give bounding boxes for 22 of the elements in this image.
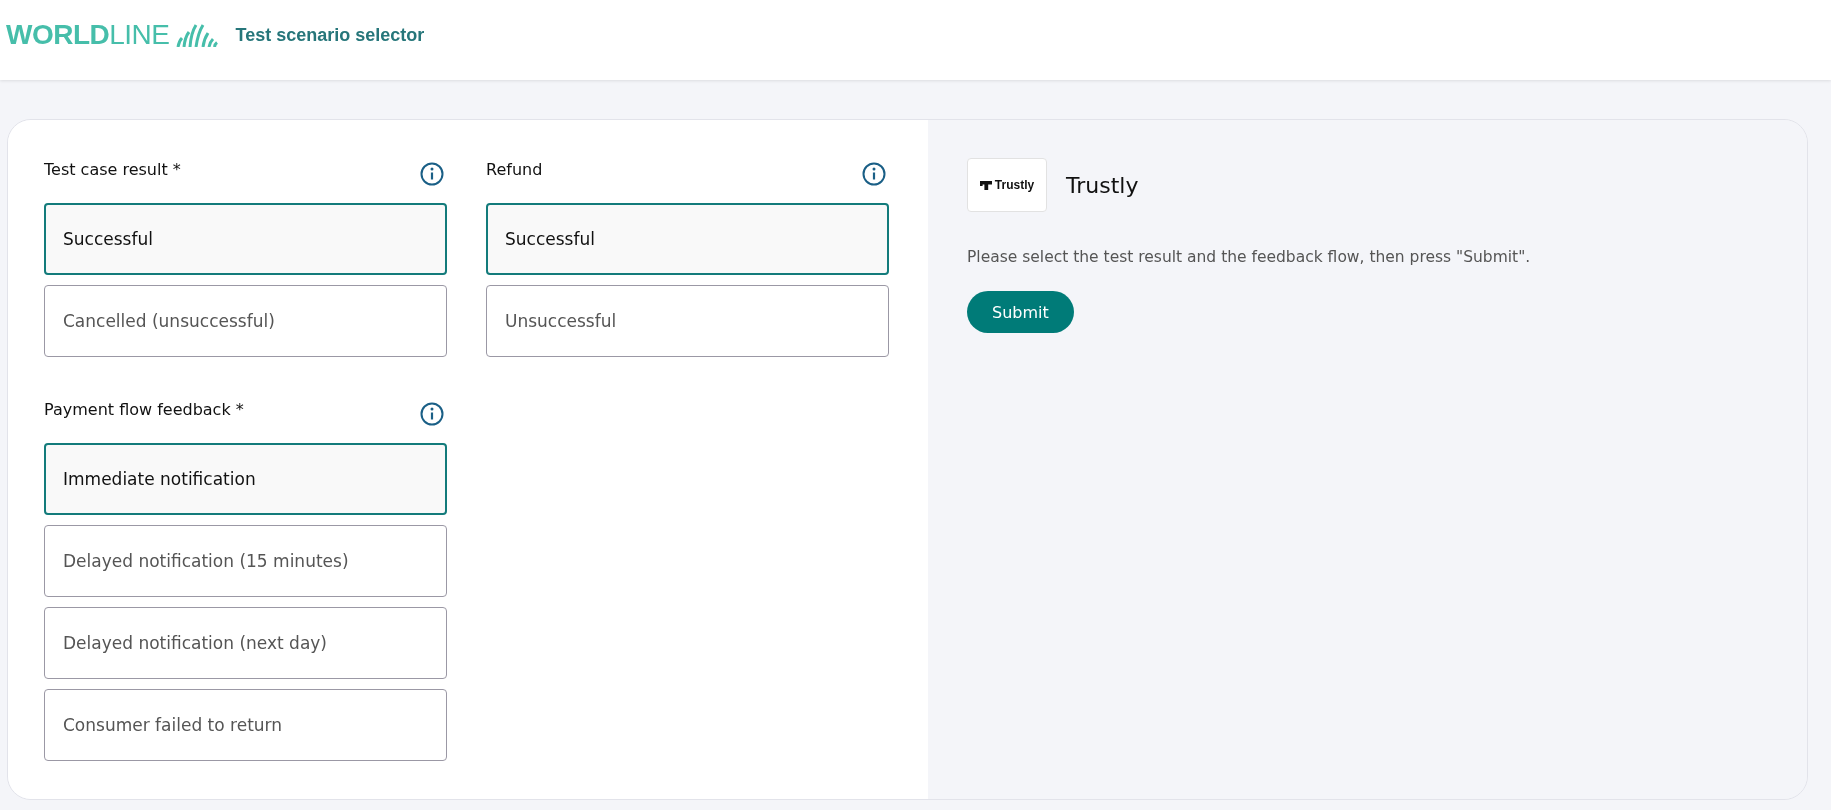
app-title: Test scenario selector — [235, 24, 425, 46]
option-button[interactable]: Successful — [44, 203, 447, 275]
option-button[interactable]: Delayed notification (next day) — [44, 607, 447, 679]
option-button[interactable]: Successful — [486, 203, 889, 275]
option-button[interactable]: Immediate notification — [44, 443, 447, 515]
option-button[interactable]: Unsuccessful — [486, 285, 889, 357]
group-label: Test case result * — [44, 160, 181, 180]
instructions-text: Please select the test result and the feedback flow, then press "Submit". — [967, 248, 1532, 266]
option-button[interactable]: Consumer failed to return — [44, 689, 447, 761]
waves-icon — [175, 23, 218, 47]
info-icon[interactable] — [862, 162, 886, 186]
info-icon[interactable] — [420, 162, 444, 186]
group-label: Refund — [486, 160, 543, 180]
provider-logo-text: Trustly — [994, 178, 1035, 192]
option-button[interactable]: Delayed notification (15 minutes) — [44, 525, 447, 597]
group-label: Payment flow feedback * — [44, 400, 244, 420]
provider-name: Trustly — [1066, 172, 1139, 198]
submit-button[interactable]: Submit — [967, 291, 1074, 333]
info-icon[interactable] — [420, 402, 444, 426]
t-mark-icon — [979, 180, 992, 190]
option-button[interactable]: Cancelled (unsuccessful) — [44, 285, 447, 357]
logo-text: WORLDLINE — [6, 21, 170, 49]
